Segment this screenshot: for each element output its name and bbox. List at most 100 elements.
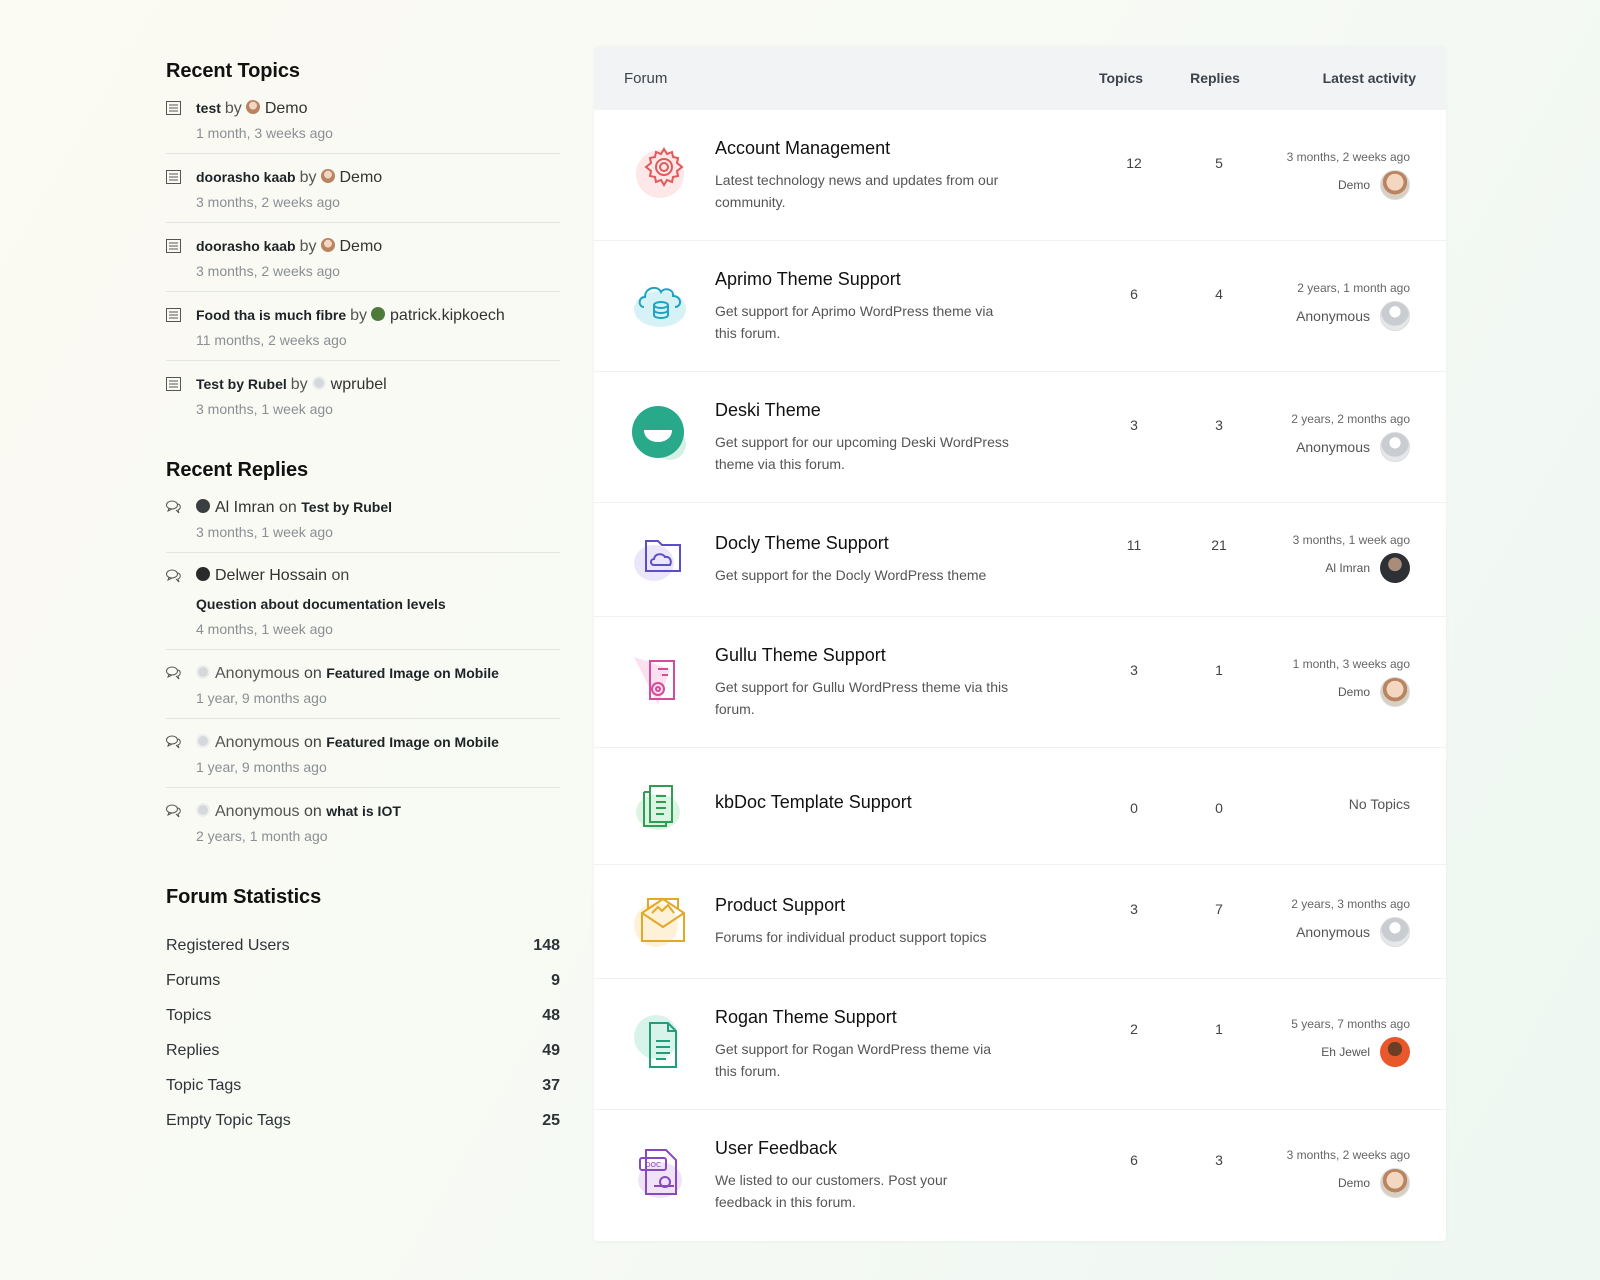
forum-description: Get support for Aprimo WordPress theme v…	[715, 303, 994, 341]
avatar	[320, 238, 335, 252]
avatar	[1380, 301, 1410, 331]
stat-value: 148	[533, 937, 560, 954]
forum-row-user-feedback: DOC User Feedback We listed to our custo…	[594, 1110, 1446, 1241]
list-item: doorasho kaab by Demo 3 months, 2 weeks ag…	[166, 166, 560, 223]
chat-bubbles-icon	[166, 565, 196, 637]
forum-title-link[interactable]: Account Management	[715, 138, 1015, 159]
stat-value: 49	[542, 1042, 560, 1059]
reply-count: 5	[1215, 155, 1223, 171]
activity-time-link[interactable]: 3 months, 1 week ago	[1293, 533, 1410, 547]
forum-title-link[interactable]: Gullu Theme Support	[715, 645, 1015, 666]
activity-time-link[interactable]: 2 years, 3 months ago	[1291, 897, 1410, 911]
by-label: by	[350, 307, 368, 324]
avatar	[196, 734, 210, 748]
latest-activity: No Topics	[1349, 796, 1410, 812]
topic-time: 1 month, 3 weeks ago	[196, 125, 333, 141]
topic-link[interactable]: doorasho kaab	[196, 169, 296, 185]
activity-time-link[interactable]: 2 years, 1 month ago	[1296, 281, 1410, 295]
stat-value: 25	[542, 1112, 560, 1129]
avatar	[245, 100, 260, 114]
document-gear-icon	[630, 649, 692, 711]
on-label: on	[303, 803, 322, 820]
topic-link[interactable]: test	[196, 100, 221, 116]
author-link[interactable]: patrick.kipkoech	[390, 307, 505, 324]
activity-time-link[interactable]: 3 months, 2 weeks ago	[1287, 150, 1410, 164]
avatar	[371, 307, 386, 321]
topic-link[interactable]: Featured Image on Mobile	[326, 665, 499, 681]
forum-description: Get support for Gullu WordPress theme vi…	[715, 679, 1009, 717]
forum-row-deski-theme: Deski Theme Get support for our upcoming…	[594, 372, 1446, 503]
author-link[interactable]: Al Imran	[215, 499, 275, 516]
topic-link[interactable]: what is IOT	[326, 803, 401, 819]
smile-circle-icon	[630, 404, 692, 466]
chat-bubbles-icon	[166, 731, 196, 775]
forum-title-link[interactable]: Rogan Theme Support	[715, 1007, 1015, 1028]
author-link[interactable]: Demo	[265, 100, 308, 117]
cloud-database-icon	[630, 275, 692, 337]
on-label: on	[331, 567, 350, 584]
topic-icon	[166, 97, 196, 141]
activity-user-link[interactable]: Al Imran	[1325, 561, 1370, 575]
forum-title-link[interactable]: User Feedback	[715, 1138, 975, 1159]
forum-description: Get support for the Docly WordPress them…	[715, 567, 987, 583]
gear-icon	[630, 140, 692, 202]
recent-replies-widget: Recent Replies Al Imran on Test by Rubel…	[166, 459, 560, 856]
by-label: by	[299, 169, 317, 186]
activity-user: Anonymous	[1296, 439, 1370, 455]
activity-user-link[interactable]: Demo	[1338, 178, 1370, 192]
author-link[interactable]: Delwer Hossain	[215, 567, 327, 584]
recent-replies-title: Recent Replies	[166, 459, 308, 481]
avatar	[320, 169, 335, 183]
topic-link[interactable]: Test by Rubel	[301, 499, 392, 515]
author-link[interactable]: wprubel	[331, 376, 387, 393]
activity-user-link[interactable]: Demo	[1338, 1176, 1370, 1190]
reply-count: 4	[1215, 286, 1223, 302]
forum-row-account-management: Account Management Latest technology new…	[594, 110, 1446, 241]
reply-count: 1	[1215, 662, 1223, 678]
avatar	[196, 665, 210, 679]
reply-count: 3	[1215, 417, 1223, 433]
activity-user-link[interactable]: Eh Jewel	[1321, 1045, 1370, 1059]
forum-description: Get support for our upcoming Deski WordP…	[715, 434, 1009, 472]
stat-label: Replies	[166, 1042, 220, 1059]
activity-user-link[interactable]: Demo	[1338, 685, 1370, 699]
stat-label: Topics	[166, 1007, 212, 1024]
activity-time-link[interactable]: 1 month, 3 weeks ago	[1293, 657, 1410, 671]
by-label: by	[299, 238, 317, 255]
topic-icon	[166, 166, 196, 210]
forum-row-rogan-theme-support: Rogan Theme Support Get support for Roga…	[594, 979, 1446, 1110]
list-item: Al Imran on Test by Rubel 3 months, 1 we…	[166, 496, 560, 553]
forum-title-link[interactable]: Product Support	[715, 895, 1045, 916]
activity-time-link[interactable]: 3 months, 2 weeks ago	[1287, 1148, 1410, 1162]
doc-file-icon: DOC	[630, 1142, 692, 1204]
avatar	[1380, 917, 1410, 947]
stat-label: Empty Topic Tags	[166, 1112, 291, 1129]
topic-count: 0	[1130, 800, 1138, 816]
avatar	[1380, 1168, 1410, 1198]
topic-link[interactable]: Question about documentation levels	[196, 596, 446, 612]
activity-time-link[interactable]: 2 years, 2 months ago	[1291, 412, 1410, 426]
latest-activity: 3 months, 2 weeks ago Demo	[1287, 1148, 1410, 1198]
no-topics-label: No Topics	[1348, 796, 1410, 812]
topic-link[interactable]: doorasho kaab	[196, 238, 296, 254]
forum-title-link[interactable]: Docly Theme Support	[715, 533, 1045, 554]
forum-title-link[interactable]: Aprimo Theme Support	[715, 269, 1015, 290]
latest-activity: 5 years, 7 months ago Eh Jewel	[1291, 1017, 1410, 1067]
forum-statistics-widget: Forum Statistics Registered Users 148 For…	[166, 886, 560, 1130]
forum-table-header: Forum Topics Replies Latest activity	[594, 46, 1446, 110]
stat-row: Empty Topic Tags 25	[166, 1112, 560, 1130]
recent-topics-widget: Recent Topics test by Demo 1 month, 3 week…	[166, 60, 560, 429]
author-link[interactable]: Demo	[340, 169, 383, 186]
topic-link[interactable]: Test by Rubel	[196, 376, 287, 392]
forum-title-link[interactable]: kbDoc Template Support	[715, 792, 912, 813]
list-item: test by Demo 1 month, 3 weeks ago	[166, 97, 560, 154]
forum-title-link[interactable]: Deski Theme	[715, 400, 1015, 421]
topic-link[interactable]: Featured Image on Mobile	[326, 734, 499, 750]
topic-count: 2	[1130, 1021, 1138, 1037]
author-link[interactable]: Demo	[340, 238, 383, 255]
chat-bubbles-icon	[166, 662, 196, 706]
stat-row: Forums 9	[166, 972, 560, 990]
activity-time-link[interactable]: 5 years, 7 months ago	[1291, 1017, 1410, 1031]
avatar	[196, 803, 210, 817]
topic-link[interactable]: Food tha is much fibre	[196, 307, 346, 323]
